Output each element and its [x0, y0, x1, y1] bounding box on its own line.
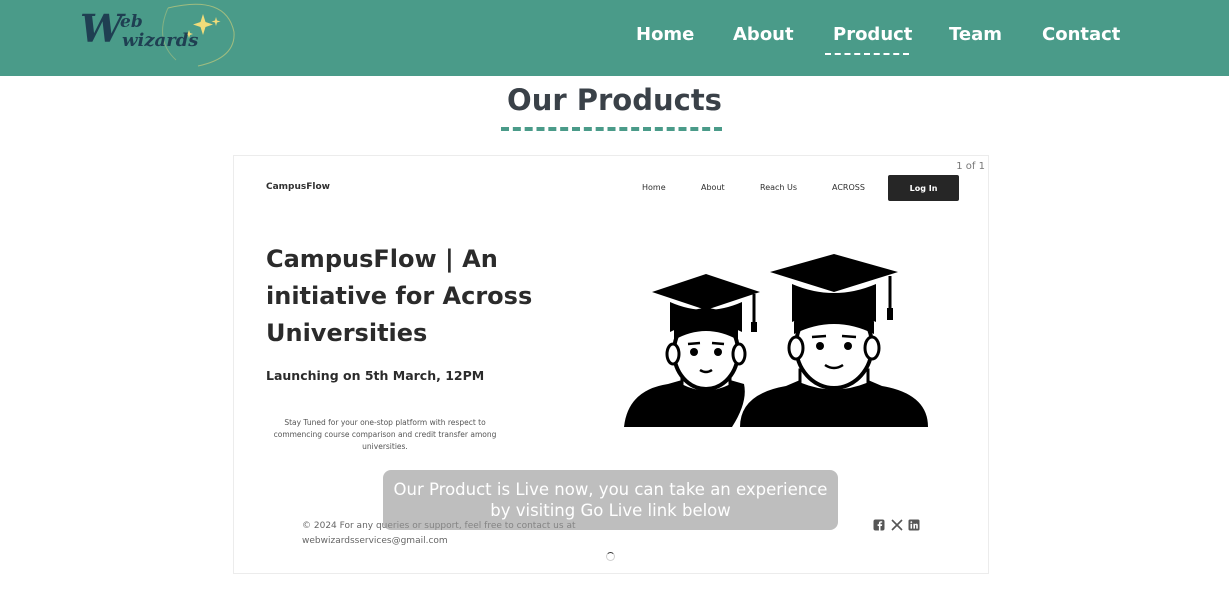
title-underline — [501, 127, 722, 131]
preview-subtext: Stay Tuned for your one-stop platform wi… — [273, 418, 497, 451]
preview-login-button: Log In — [888, 175, 959, 201]
nav-product-link[interactable]: Product — [833, 24, 912, 45]
nav-about-link[interactable]: About — [733, 24, 794, 45]
page-title: Our Products — [507, 83, 722, 117]
graduates-illustration — [624, 254, 928, 427]
loading-spinner-icon — [606, 552, 615, 561]
preview-nav-across: ACROSS — [832, 183, 865, 192]
preview-nav-about: About — [701, 183, 725, 192]
preview-nav-home: Home — [642, 183, 666, 192]
active-nav-underline — [825, 53, 909, 55]
linkedin-icon — [908, 519, 920, 531]
preview-nav-reach-us: Reach Us — [760, 183, 798, 192]
logo-letter-w: W — [80, 6, 123, 51]
preview-footer-email: webwizardsservices@gmail.com — [302, 536, 448, 546]
product-live-notice: Our Product is Live now, you can take an… — [383, 470, 838, 530]
nav-contact-link[interactable]: Contact — [1042, 24, 1120, 45]
page-count: 1 of 1 — [956, 161, 985, 172]
webwizards-logo[interactable]: W eb wizards — [76, 0, 241, 72]
x-icon — [891, 519, 903, 531]
facebook-icon — [873, 519, 885, 531]
preview-launch-text: Launching on 5th March, 12PM — [266, 368, 485, 383]
nav-team-link[interactable]: Team — [949, 24, 1002, 45]
preview-heading: CampusFlow | An initiative for Across Un… — [266, 245, 533, 347]
logo-text-eb: eb — [120, 12, 143, 32]
site-header: W eb wizards Home About Product Team Con… — [0, 0, 1229, 76]
logo-text-wizards: wizards — [122, 30, 199, 51]
preview-brand: CampusFlow — [266, 182, 330, 192]
nav-home-link[interactable]: Home — [636, 24, 694, 45]
